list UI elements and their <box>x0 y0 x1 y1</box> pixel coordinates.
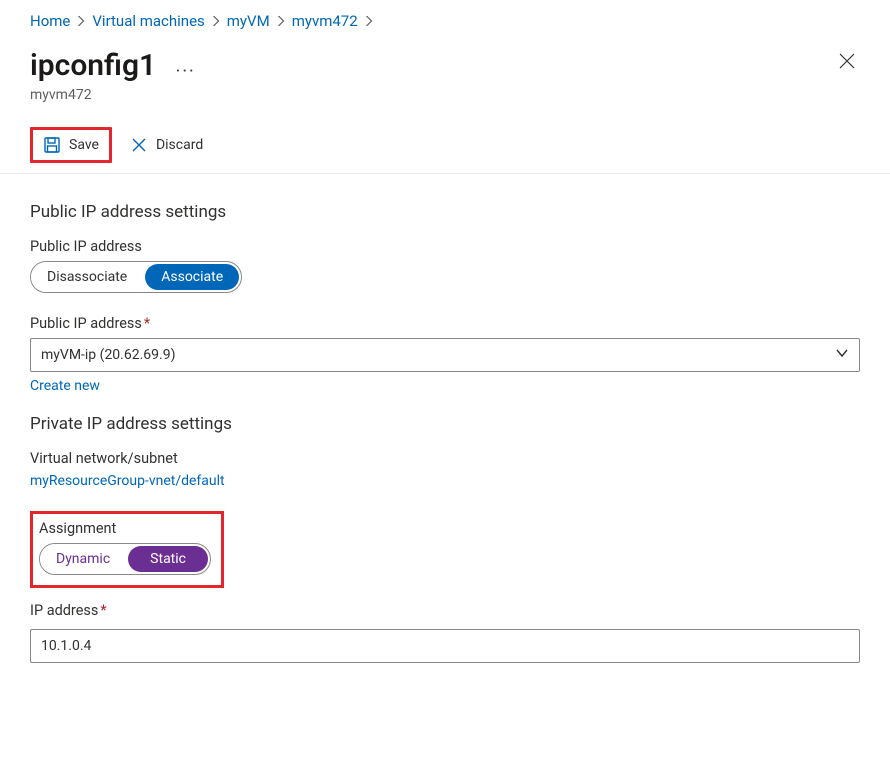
chevron-down-icon <box>835 346 849 364</box>
page-subtitle: myvm472 <box>30 87 196 103</box>
chevron-right-icon <box>211 16 221 26</box>
vnet-subnet-label: Virtual network/subnet <box>30 450 860 467</box>
required-indicator: * <box>100 602 106 619</box>
save-button[interactable]: Save <box>30 127 112 163</box>
page-title: ipconfig1 <box>30 48 156 83</box>
private-ip-section-heading: Private IP address settings <box>30 414 860 434</box>
vnet-subnet-link[interactable]: myResourceGroup-vnet/default <box>30 473 225 489</box>
discard-icon <box>130 136 148 154</box>
assignment-dynamic-option[interactable]: Dynamic <box>40 544 126 574</box>
chevron-right-icon <box>364 16 374 26</box>
breadcrumb-myvm[interactable]: myVM <box>227 12 270 30</box>
toolbar: Save Discard <box>0 127 890 174</box>
chevron-right-icon <box>276 16 286 26</box>
breadcrumb: Home Virtual machines myVM myvm472 <box>30 12 860 30</box>
public-ip-select[interactable]: myVM-ip (20.62.69.9) <box>30 338 860 372</box>
public-ip-disassociate-option[interactable]: Disassociate <box>31 262 143 292</box>
ip-address-input[interactable] <box>30 629 860 663</box>
public-ip-select-label: Public IP address* <box>30 315 860 332</box>
required-indicator: * <box>144 315 150 332</box>
public-ip-section-heading: Public IP address settings <box>30 202 860 222</box>
public-ip-associate-option[interactable]: Associate <box>145 264 239 290</box>
assignment-highlight: Assignment Dynamic Static <box>30 511 224 588</box>
ip-address-label: IP address* <box>30 602 860 619</box>
discard-button[interactable]: Discard <box>120 130 213 160</box>
breadcrumb-home[interactable]: Home <box>30 12 70 30</box>
chevron-right-icon <box>76 16 86 26</box>
breadcrumb-virtual-machines[interactable]: Virtual machines <box>92 12 204 30</box>
assignment-static-option[interactable]: Static <box>128 546 208 572</box>
breadcrumb-myvm472[interactable]: myvm472 <box>292 12 358 30</box>
more-actions-button[interactable]: ··· <box>176 61 196 82</box>
discard-button-label: Discard <box>156 137 203 153</box>
assignment-toggle[interactable]: Dynamic Static <box>39 543 211 575</box>
close-icon <box>838 52 856 70</box>
public-ip-toggle[interactable]: Disassociate Associate <box>30 261 242 293</box>
public-ip-select-value: myVM-ip (20.62.69.9) <box>41 347 175 363</box>
close-button[interactable] <box>834 48 860 74</box>
create-new-link[interactable]: Create new <box>30 378 100 394</box>
save-icon <box>43 136 61 154</box>
public-ip-toggle-label: Public IP address <box>30 238 860 255</box>
assignment-label: Assignment <box>39 520 211 537</box>
save-button-label: Save <box>69 137 99 153</box>
